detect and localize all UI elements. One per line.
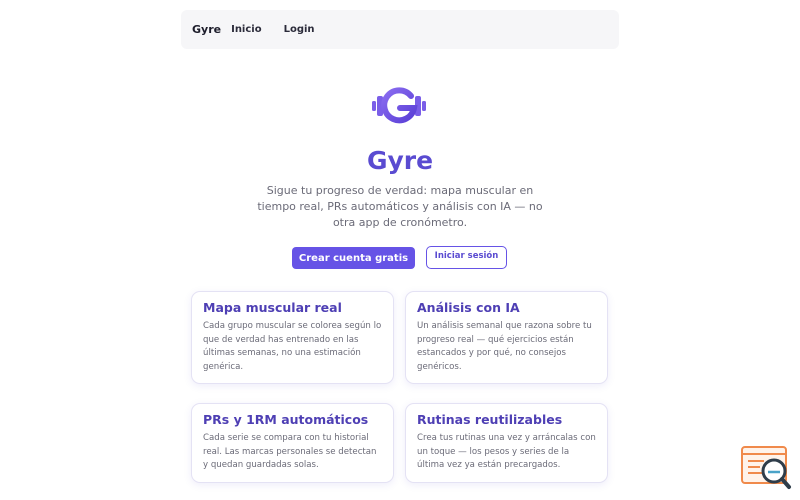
gyre-logo-icon <box>372 87 426 124</box>
create-account-button[interactable]: Crear cuenta gratis <box>292 247 415 269</box>
feature-card-text: Crea tus rutinas una vez y arráncalas co… <box>417 433 596 470</box>
navbar-brand[interactable]: Gyre <box>192 23 221 36</box>
feature-card-prs: PRs y 1RM automáticos Cada serie se comp… <box>191 403 394 483</box>
hero-title: Gyre <box>366 146 434 175</box>
feature-card-title: Mapa muscular real <box>203 300 342 315</box>
feature-card-title: Análisis con IA <box>417 300 520 315</box>
feature-card-text: Un análisis semanal que razona sobre tu … <box>417 321 592 372</box>
nav-link-inicio[interactable]: Inicio <box>231 24 262 35</box>
feature-card-title: Rutinas reutilizables <box>417 412 563 427</box>
feature-card-text: Cada serie se compara con tu historial r… <box>203 433 377 470</box>
feature-card-ai-analysis: Análisis con IA Un análisis semanal que … <box>405 291 608 384</box>
navbar: Gyre Inicio Login <box>181 10 619 49</box>
feature-card-text: Cada grupo muscular se colorea según lo … <box>203 321 382 372</box>
hero-subtitle: Sigue tu progreso de verdad: mapa muscul… <box>257 184 543 229</box>
search-help-icon[interactable] <box>740 444 792 490</box>
feature-card-routines: Rutinas reutilizables Crea tus rutinas u… <box>405 403 608 483</box>
login-button[interactable]: Iniciar sesión <box>426 246 507 269</box>
feature-card-muscle-map: Mapa muscular real Cada grupo muscular s… <box>191 291 394 384</box>
nav-link-login[interactable]: Login <box>284 24 315 35</box>
feature-card-title: PRs y 1RM automáticos <box>203 412 369 427</box>
